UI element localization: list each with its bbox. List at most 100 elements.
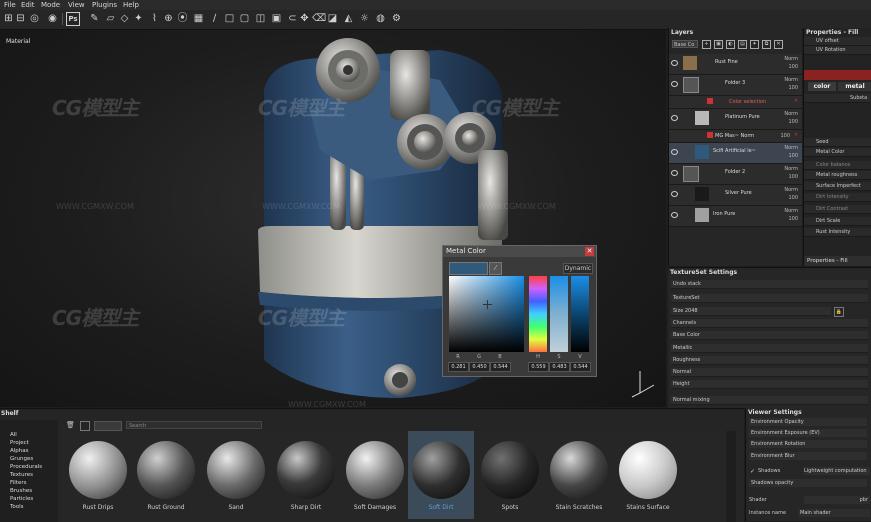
layout-icon[interactable]: ⊟: [14, 12, 27, 25]
layer-row[interactable]: Color selection ✕: [669, 96, 802, 109]
environment-blur-slider[interactable]: Environment Blur: [749, 452, 867, 460]
photoshop-export-button[interactable]: Ps: [66, 12, 80, 26]
visibility-eye-icon[interactable]: [671, 170, 678, 176]
cube-icon[interactable]: ▢: [238, 12, 251, 25]
duplicate-layer-icon[interactable]: ⧉: [762, 40, 771, 49]
normal-mixing-row[interactable]: Normal mixing: [671, 396, 868, 405]
shelf-filter-tag[interactable]: [94, 421, 122, 431]
category-tools[interactable]: Tools: [10, 504, 24, 510]
blend-mode-select[interactable]: Base Co: [672, 40, 698, 48]
property-row[interactable]: Rust Intensity: [804, 228, 871, 237]
layer-row[interactable]: Silver Pure Norm 100: [669, 185, 802, 206]
layer-row[interactable]: Iron Pure Norm 100: [669, 206, 802, 227]
eraser-icon[interactable]: ▱: [104, 12, 117, 25]
value-slider[interactable]: [571, 276, 589, 352]
selection-icon[interactable]: ◫: [254, 12, 267, 25]
geometry-icon[interactable]: ✦: [132, 12, 145, 25]
property-row[interactable]: Color balance: [804, 161, 871, 170]
undo-stack-row[interactable]: Undo stack: [671, 280, 868, 289]
picker-icon[interactable]: ⦿: [176, 12, 189, 25]
category-filters[interactable]: Filters: [10, 480, 27, 486]
add-folder-icon[interactable]: ▤: [738, 40, 747, 49]
visibility-eye-icon[interactable]: [671, 60, 678, 66]
layer-row[interactable]: Folder 3 Norm 100: [669, 75, 802, 96]
layer-row-selected[interactable]: Scifi Artificial le~ Norm 100: [669, 143, 802, 164]
layer-row[interactable]: Rust Fine Norm 100: [669, 54, 802, 75]
light-icon[interactable]: ☼: [358, 12, 371, 25]
smudge-icon[interactable]: ⌇: [148, 12, 161, 25]
layer-row[interactable]: Folder 2 Norm 100: [669, 164, 802, 185]
visibility-eye-icon[interactable]: [671, 149, 678, 155]
menu-mode[interactable]: Mode: [41, 0, 60, 10]
color-tab[interactable]: color: [808, 82, 836, 91]
material-thumbnail[interactable]: [619, 441, 677, 499]
menu-help[interactable]: Help: [123, 0, 139, 10]
channel-height[interactable]: Height: [671, 380, 868, 389]
category-project[interactable]: Project: [10, 440, 29, 446]
clone-icon[interactable]: ⊕: [162, 12, 175, 25]
property-row[interactable]: UV offset: [804, 37, 871, 46]
category-textures[interactable]: Textures: [10, 472, 33, 478]
category-alphas[interactable]: Alphas: [10, 448, 29, 454]
instance-name-field[interactable]: Main shader: [798, 509, 870, 517]
shader-select[interactable]: pbr: [804, 496, 870, 504]
visibility-eye-icon[interactable]: [671, 191, 678, 197]
texture-set-row[interactable]: TextureSet: [671, 294, 868, 303]
visibility-eye-icon[interactable]: [671, 115, 678, 121]
property-row[interactable]: UV Rotation: [804, 46, 871, 55]
material-thumbnail[interactable]: [346, 441, 404, 499]
hue-slider[interactable]: [529, 276, 547, 352]
category-procedurals[interactable]: Procedurals: [10, 464, 42, 470]
menu-view[interactable]: View: [68, 0, 85, 10]
menu-plugins[interactable]: Plugins: [92, 0, 117, 10]
stamp-icon[interactable]: ◪: [326, 12, 339, 25]
channel-normal[interactable]: Normal: [671, 368, 868, 377]
shadows-checkbox[interactable]: ✓: [750, 468, 755, 475]
red-value-field[interactable]: 0.281: [448, 362, 469, 372]
visibility-eye-icon[interactable]: [671, 81, 678, 87]
material-thumbnail[interactable]: [207, 441, 265, 499]
close-icon[interactable]: ✕: [585, 247, 594, 256]
settings-icon[interactable]: ⚙: [390, 12, 403, 25]
environment-exposure-slider[interactable]: Environment Exposure (EV): [749, 429, 867, 437]
property-row[interactable]: Surface Imperfect: [804, 182, 871, 191]
saturation-value-field-input[interactable]: 0.483: [549, 362, 570, 372]
render-icon[interactable]: ◍: [374, 12, 387, 25]
value-value-field[interactable]: 0.544: [570, 362, 591, 372]
brush-icon[interactable]: ✎: [88, 12, 101, 25]
shelf-scrollbar[interactable]: [726, 431, 736, 522]
line-icon[interactable]: ∕: [208, 12, 221, 25]
metal-tab[interactable]: metal: [838, 82, 871, 91]
layer-row[interactable]: MG Mas~ Norm 100 ✕: [669, 130, 802, 143]
environment-rotation-slider[interactable]: Environment Rotation: [749, 440, 867, 448]
channel-metallic[interactable]: Metallic: [671, 344, 868, 353]
layer-row[interactable]: Platinum Pure Norm 100: [669, 109, 802, 130]
shelf-search-input[interactable]: Search: [126, 421, 262, 429]
property-row[interactable]: Metal Color: [804, 148, 871, 157]
filter-icon[interactable]: [80, 421, 90, 431]
menu-edit[interactable]: Edit: [21, 0, 35, 10]
mask-icon[interactable]: ◭: [342, 12, 355, 25]
visibility-eye-icon[interactable]: [671, 212, 678, 218]
delete-layer-icon[interactable]: ✕: [774, 40, 783, 49]
category-brushes[interactable]: Brushes: [10, 488, 32, 494]
dynamic-mode-toggle[interactable]: Dynamic: [563, 263, 593, 274]
category-grunges[interactable]: Grunges: [10, 456, 33, 462]
projection-icon[interactable]: ◇: [118, 12, 131, 25]
remove-icon[interactable]: ✕: [794, 98, 798, 104]
environment-opacity-slider[interactable]: Environment Opacity: [749, 418, 867, 426]
material-thumbnail[interactable]: [277, 441, 335, 499]
rect-select-icon[interactable]: ▣: [270, 12, 283, 25]
material-thumbnail-selected[interactable]: [412, 441, 470, 499]
property-row[interactable]: Metal roughness: [804, 171, 871, 180]
square-icon[interactable]: □: [223, 12, 236, 25]
polygon-fill-icon[interactable]: ▦: [192, 12, 205, 25]
size-select[interactable]: Size 2048: [671, 307, 831, 316]
category-all[interactable]: All: [10, 432, 17, 438]
shadows-opacity-slider[interactable]: Shadows opacity: [749, 479, 867, 487]
properties-footer-tab[interactable]: Properties - Fill: [804, 256, 871, 266]
picker-crosshair-icon[interactable]: [483, 300, 492, 309]
saturation-value-field[interactable]: [449, 276, 524, 352]
add-effect-icon[interactable]: ✦: [750, 40, 759, 49]
property-row[interactable]: Dirt Intensity: [804, 193, 871, 202]
